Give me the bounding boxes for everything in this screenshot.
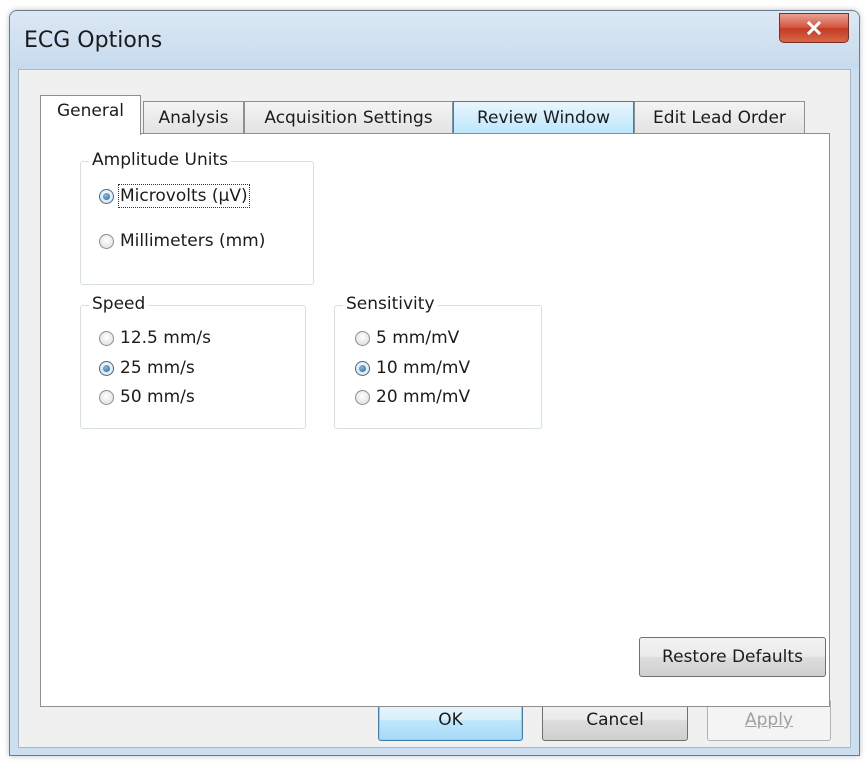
tab-label: Acquisition Settings — [264, 107, 433, 128]
radio-label: 20 mm/mV — [376, 387, 471, 407]
speed-caption: Speed — [89, 294, 149, 314]
radio-label: 10 mm/mV — [376, 358, 471, 378]
radio-speed-12-5[interactable]: 12.5 mm/s — [99, 328, 211, 348]
radio-sensitivity-10[interactable]: 10 mm/mV — [355, 358, 470, 378]
radio-button-icon — [99, 389, 114, 405]
radio-button-icon — [99, 188, 114, 204]
sensitivity-caption: Sensitivity — [343, 294, 438, 314]
speed-group: Speed 12.5 mm/s 25 mm/s 50 mm/s — [80, 294, 306, 429]
radio-speed-50[interactable]: 50 mm/s — [99, 387, 195, 407]
radio-speed-25[interactable]: 25 mm/s — [99, 358, 195, 378]
ecg-options-dialog: ECG Options General Analysis Acquisition… — [9, 10, 860, 756]
radio-label: 5 mm/mV — [376, 328, 460, 348]
radio-button-icon — [99, 233, 114, 249]
radio-label: Millimeters (mm) — [120, 231, 266, 251]
radio-button-icon — [355, 360, 370, 376]
radio-button-icon — [99, 360, 114, 376]
amplitude-units-group: Amplitude Units Microvolts (µV) Millimet… — [80, 150, 314, 285]
radio-sensitivity-20[interactable]: 20 mm/mV — [355, 387, 470, 407]
close-button[interactable] — [779, 13, 849, 43]
button-label: Cancel — [586, 710, 644, 730]
window-title: ECG Options — [24, 28, 163, 53]
radio-label: 12.5 mm/s — [120, 328, 211, 348]
radio-button-icon — [355, 330, 370, 346]
radio-button-icon — [99, 330, 114, 346]
tab-analysis[interactable]: Analysis — [143, 101, 244, 133]
radio-button-icon — [355, 389, 370, 405]
tab-label: Analysis — [158, 107, 229, 128]
tab-edit-lead-order[interactable]: Edit Lead Order — [634, 101, 805, 133]
radio-label: 25 mm/s — [120, 358, 195, 378]
tab-review-window[interactable]: Review Window — [453, 101, 634, 133]
tab-label: General — [57, 101, 124, 121]
tab-label: Review Window — [476, 107, 611, 128]
button-label: OK — [438, 710, 463, 730]
dialog-client-area: General Analysis Acquisition Settings Re… — [18, 69, 851, 748]
radio-label: Microvolts (µV) — [118, 184, 250, 208]
button-label: Apply — [745, 710, 793, 730]
tab-label: Edit Lead Order — [653, 107, 786, 128]
tab-acquisition-settings[interactable]: Acquisition Settings — [244, 101, 453, 133]
radio-millimeters[interactable]: Millimeters (mm) — [99, 231, 265, 251]
radio-microvolts[interactable]: Microvolts (µV) — [99, 184, 250, 208]
amplitude-units-caption: Amplitude Units — [89, 150, 231, 170]
radio-label: 50 mm/s — [120, 387, 195, 407]
sensitivity-group: Sensitivity 5 mm/mV 10 mm/mV 20 mm/mV — [334, 294, 542, 429]
close-icon — [806, 21, 822, 35]
button-label: Restore Defaults — [662, 647, 803, 667]
general-tab-panel: Amplitude Units Microvolts (µV) Millimet… — [40, 133, 830, 707]
tab-general[interactable]: General — [40, 95, 141, 135]
restore-defaults-button[interactable]: Restore Defaults — [639, 637, 826, 677]
title-bar: ECG Options — [10, 11, 859, 69]
radio-sensitivity-5[interactable]: 5 mm/mV — [355, 328, 459, 348]
